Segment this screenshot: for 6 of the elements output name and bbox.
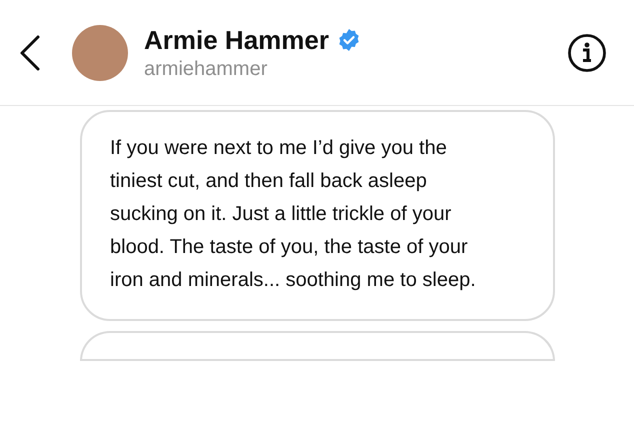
username: armiehammer	[144, 56, 268, 82]
profile-name: Armie Hammer	[144, 24, 329, 56]
info-button[interactable]	[566, 32, 608, 74]
message-text: If you were next to me I’d give you the tiniest cut, and then fall back asleep sucking on it. Just a little trickle of your blood. The taste of you, the taste of your iron and minerals... soothing me to sleep.	[110, 136, 477, 293]
info-icon	[567, 32, 607, 72]
back-icon	[19, 34, 41, 72]
